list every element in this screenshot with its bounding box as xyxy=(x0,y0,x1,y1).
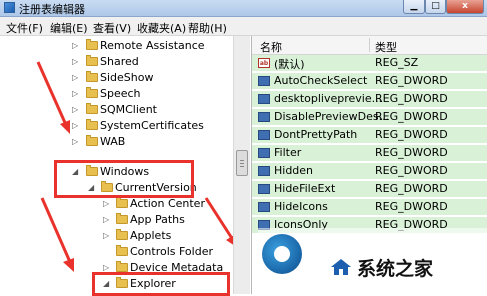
binary-value-icon xyxy=(258,166,270,176)
value-type: REG_DWORD xyxy=(375,146,448,159)
highlight-box-windows xyxy=(54,160,194,198)
value-type: REG_DWORD xyxy=(375,74,448,87)
string-value-icon: ab xyxy=(258,58,270,68)
value-name: DontPrettyPath xyxy=(274,128,358,141)
value-name: DisablePreviewDes... xyxy=(274,110,390,123)
column-type-header[interactable]: 类型 xyxy=(375,39,397,55)
binary-value-icon xyxy=(258,148,270,158)
value-row[interactable]: HideIcons REG_DWORD xyxy=(252,199,487,215)
binary-value-icon xyxy=(258,94,270,104)
value-type: REG_DWORD xyxy=(375,92,448,105)
scrollbar-thumb[interactable] xyxy=(236,150,248,176)
value-type: REG_DWORD xyxy=(375,182,448,195)
grip-line xyxy=(240,163,244,164)
value-name: Filter xyxy=(274,146,302,159)
value-type: REG_DWORD xyxy=(375,128,448,141)
annotation-arrow xyxy=(204,197,235,241)
value-row[interactable]: Filter REG_DWORD xyxy=(252,145,487,161)
list-header: 名称 类型 xyxy=(252,36,487,55)
binary-value-icon xyxy=(258,112,270,122)
binary-value-icon xyxy=(258,130,270,140)
watermark-logo-icon xyxy=(262,234,302,274)
value-name: Hidden xyxy=(274,164,314,177)
value-row[interactable]: AutoCheckSelect REG_DWORD xyxy=(252,73,487,89)
grip-line xyxy=(240,166,244,167)
annotation-arrowhead xyxy=(63,258,74,272)
value-name: HideIcons xyxy=(274,200,328,213)
value-name: (默认) xyxy=(274,58,305,71)
grip-line xyxy=(240,160,244,161)
highlight-box-explorer xyxy=(92,272,230,296)
value-row[interactable]: HideFileExt REG_DWORD xyxy=(252,181,487,197)
annotation-arrow xyxy=(36,61,68,126)
value-row[interactable]: desktopliveprevie... REG_DWORD xyxy=(252,91,487,107)
value-type: REG_DWORD xyxy=(375,164,448,177)
house-icon xyxy=(331,259,351,275)
value-row[interactable]: Hidden REG_DWORD xyxy=(252,163,487,179)
annotation-arrowhead xyxy=(60,120,70,134)
value-type: REG_SZ xyxy=(375,56,419,69)
value-type: REG_DWORD xyxy=(375,200,448,213)
value-type: REG_DWORD xyxy=(375,110,448,123)
value-row[interactable]: ab (默认) REG_SZ xyxy=(252,55,487,71)
binary-value-icon xyxy=(258,184,270,194)
value-name: AutoCheckSelect xyxy=(274,74,368,87)
column-separator[interactable] xyxy=(369,38,370,52)
value-row[interactable]: DontPrettyPath REG_DWORD xyxy=(252,127,487,143)
binary-value-icon xyxy=(258,76,270,86)
value-name: HideFileExt xyxy=(274,182,336,195)
column-name-header[interactable]: 名称 xyxy=(260,39,282,55)
binary-value-icon xyxy=(258,202,270,212)
value-name: desktopliveprevie... xyxy=(274,92,383,105)
watermark-brand-text: 系统之家 xyxy=(357,258,434,280)
tree-scrollbar[interactable] xyxy=(233,36,250,294)
annotation-arrow xyxy=(40,197,72,263)
value-row[interactable]: DisablePreviewDes... REG_DWORD xyxy=(252,109,487,125)
